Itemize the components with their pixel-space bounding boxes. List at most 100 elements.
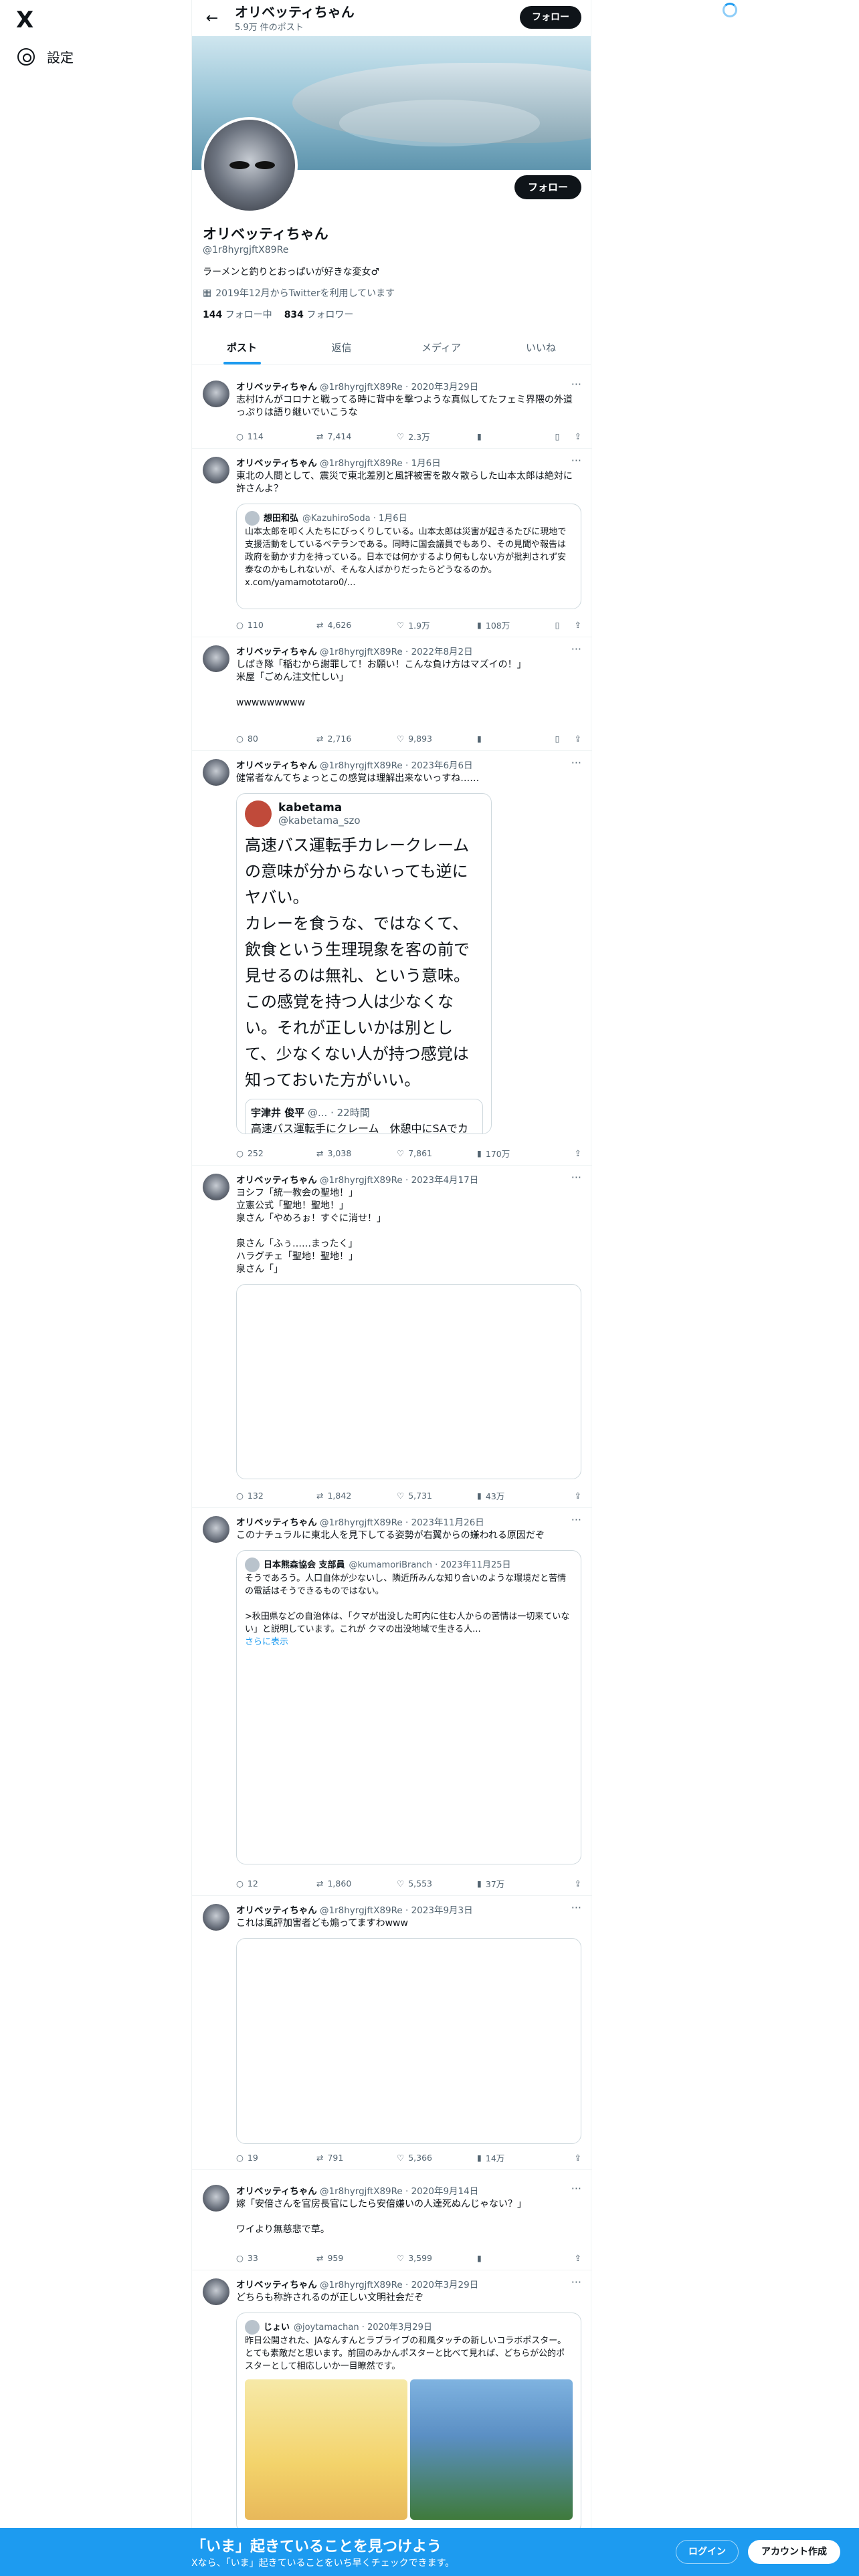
media-placeholder[interactable] — [236, 1284, 581, 1479]
tweet-author[interactable]: オリベッティちゃん — [236, 1905, 317, 1916]
x-logo-icon[interactable]: X — [16, 7, 43, 33]
reply-button[interactable]: ○ 114 — [236, 431, 316, 441]
share-icon[interactable]: ⇪ — [575, 2253, 581, 2263]
tweet-avatar[interactable] — [203, 1174, 229, 1200]
quote-image-left[interactable] — [245, 2379, 407, 2520]
more-icon[interactable]: ··· — [571, 2182, 581, 2195]
more-icon[interactable]: ··· — [571, 1513, 581, 1526]
tweet-author[interactable]: オリベッティちゃん — [236, 647, 317, 657]
tab-posts[interactable]: ポスト — [192, 330, 292, 364]
tweet-author[interactable]: オリベッティちゃん — [236, 1517, 317, 1528]
views-button[interactable]: ▮ — [477, 2253, 551, 2263]
retweet-button[interactable]: ⇄ 791 — [316, 2153, 397, 2163]
tweet[interactable]: ··· オリベッティちゃん @1r8hyrgjftX89Re · 2023年4月… — [192, 1166, 592, 1508]
more-icon[interactable]: ··· — [571, 1901, 581, 1914]
reply-button[interactable]: ○ 252 — [236, 1148, 316, 1158]
views-button[interactable]: ▮ 43万 — [477, 1489, 551, 1502]
tweet-author[interactable]: オリベッティちゃん — [236, 760, 317, 771]
share-icon[interactable]: ⇪ — [575, 734, 581, 744]
share-icon[interactable]: ⇪ — [575, 1879, 581, 1889]
more-icon[interactable]: ··· — [571, 2276, 581, 2288]
tweet[interactable]: ··· オリベッティちゃん @1r8hyrgjftX89Re · 2020年3月… — [192, 2270, 592, 2533]
bookmark-icon[interactable]: ▯ — [555, 620, 560, 630]
like-button[interactable]: ♡ 5,366 — [397, 2153, 477, 2163]
tweet[interactable]: ··· オリベッティちゃん @1r8hyrgjftX89Re · 2020年9月… — [192, 2177, 592, 2270]
share-icon[interactable]: ⇪ — [575, 1148, 581, 1158]
bookmark-icon[interactable]: ▯ — [555, 431, 560, 441]
tweet[interactable]: ··· オリベッティちゃん @1r8hyrgjftX89Re · 1月6日 東北… — [192, 449, 592, 637]
retweet-button[interactable]: ⇄ 1,842 — [316, 1491, 397, 1501]
tweet-author[interactable]: オリベッティちゃん — [236, 2186, 317, 2197]
retweet-button[interactable]: ⇄ 2,716 — [316, 734, 397, 744]
like-button[interactable]: ♡ 5,731 — [397, 1491, 477, 1501]
retweet-button[interactable]: ⇄ 3,038 — [316, 1148, 397, 1158]
back-arrow-icon[interactable]: ← — [200, 6, 224, 30]
tweet-avatar[interactable] — [203, 2185, 229, 2212]
like-button[interactable]: ♡ 7,861 — [397, 1148, 477, 1158]
retweet-button[interactable]: ⇄ 4,626 — [316, 620, 397, 630]
like-button[interactable]: ♡ 5,553 — [397, 1879, 477, 1889]
embedded-post-image[interactable]: kabetama @kabetama_szo 高速バス運転手カレークレームの意味が… — [236, 793, 492, 1134]
tweet[interactable]: ··· オリベッティちゃん @1r8hyrgjftX89Re · 2020年3月… — [192, 372, 592, 449]
quote-image-right[interactable] — [410, 2379, 573, 2520]
reply-button[interactable]: ○ 19 — [236, 2153, 316, 2163]
profile-follow-button[interactable]: フォロー — [514, 175, 581, 199]
tweet[interactable]: ··· オリベッティちゃん @1r8hyrgjftX89Re · 2022年8月… — [192, 637, 592, 751]
share-icon[interactable]: ⇪ — [575, 431, 581, 441]
tweet-author[interactable]: オリベッティちゃん — [236, 2280, 317, 2290]
views-button[interactable]: ▮ 108万 — [477, 619, 551, 631]
retweet-button[interactable]: ⇄ 1,860 — [316, 1879, 397, 1889]
quote-tweet[interactable]: 想田和弘 @KazuhiroSoda · 1月6日 山本太郎を叩く人たちにびっくり… — [236, 504, 581, 609]
share-icon[interactable]: ⇪ — [575, 2153, 581, 2163]
media-placeholder[interactable] — [236, 1938, 581, 2144]
tweet-avatar[interactable] — [203, 457, 229, 484]
following-link[interactable]: 144 フォロー中 — [203, 308, 272, 321]
quote-tweet[interactable]: 日本熊森協会 支部員 @kumamoriBranch · 2023年11月25日 … — [236, 1550, 581, 1864]
more-icon[interactable]: ··· — [571, 756, 581, 769]
tab-likes[interactable]: いいね — [491, 330, 591, 364]
more-icon[interactable]: ··· — [571, 454, 581, 467]
tweet[interactable]: ··· オリベッティちゃん @1r8hyrgjftX89Re · 2023年9月… — [192, 1896, 592, 2170]
retweet-button[interactable]: ⇄ 7,414 — [316, 431, 397, 441]
profile-avatar[interactable] — [201, 117, 298, 213]
views-button[interactable]: ▮ 14万 — [477, 2151, 551, 2164]
more-icon[interactable]: ··· — [571, 378, 581, 391]
tweet-author[interactable]: オリベッティちゃん — [236, 458, 317, 469]
tweet-avatar[interactable] — [203, 2278, 229, 2305]
reply-button[interactable]: ○ 80 — [236, 734, 316, 744]
reply-button[interactable]: ○ 110 — [236, 620, 316, 630]
reply-button[interactable]: ○ 33 — [236, 2253, 316, 2263]
like-button[interactable]: ♡ 9,893 — [397, 734, 477, 744]
tweet-avatar[interactable] — [203, 1516, 229, 1543]
more-icon[interactable]: ··· — [571, 1171, 581, 1184]
views-button[interactable]: ▮ — [477, 431, 551, 441]
share-icon[interactable]: ⇪ — [575, 1491, 581, 1501]
tweet-author[interactable]: オリベッティちゃん — [236, 382, 317, 393]
signup-button[interactable]: アカウント作成 — [748, 2540, 840, 2564]
tweet[interactable]: ··· オリベッティちゃん @1r8hyrgjftX89Re · 2023年11… — [192, 1508, 592, 1896]
reply-button[interactable]: ○ 12 — [236, 1879, 316, 1889]
tweet-avatar[interactable] — [203, 1904, 229, 1931]
tweet-avatar[interactable] — [203, 759, 229, 786]
like-button[interactable]: ♡ 2.3万 — [397, 430, 477, 443]
show-more-link[interactable]: さらに表示 — [245, 1636, 573, 1648]
tab-replies[interactable]: 返信 — [292, 330, 391, 364]
reply-button[interactable]: ○ 132 — [236, 1491, 316, 1501]
tab-media[interactable]: メディア — [391, 330, 491, 364]
header-follow-button[interactable]: フォロー — [520, 6, 581, 29]
more-icon[interactable]: ··· — [571, 643, 581, 655]
tweet[interactable]: ··· オリベッティちゃん @1r8hyrgjftX89Re · 2023年6月… — [192, 751, 592, 1166]
quote-tweet[interactable]: じょい @joytamachan · 2020年3月29日 昨日公開された、JAな… — [236, 2313, 581, 2533]
views-button[interactable]: ▮ 170万 — [477, 1147, 551, 1160]
views-button[interactable]: ▮ 37万 — [477, 1877, 551, 1890]
settings-link[interactable]: 設定 — [17, 47, 74, 66]
like-button[interactable]: ♡ 3,599 — [397, 2253, 477, 2263]
tweet-avatar[interactable] — [203, 381, 229, 407]
login-button[interactable]: ログイン — [676, 2540, 739, 2564]
followers-link[interactable]: 834 フォロワー — [284, 308, 354, 321]
views-button[interactable]: ▮ — [477, 734, 551, 744]
tweet-author[interactable]: オリベッティちゃん — [236, 1175, 317, 1186]
tweet-avatar[interactable] — [203, 645, 229, 672]
bookmark-icon[interactable]: ▯ — [555, 734, 560, 744]
like-button[interactable]: ♡ 1.9万 — [397, 619, 477, 631]
